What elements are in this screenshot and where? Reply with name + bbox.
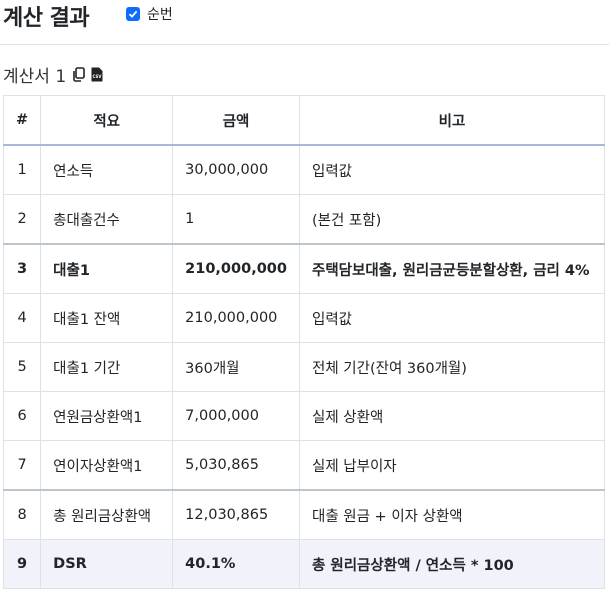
csv-badge: CSV	[93, 74, 103, 79]
row-description: 대출1 잔액	[40, 293, 174, 343]
row-note: 입력값	[298, 293, 606, 343]
row-number: 1	[2, 144, 42, 195]
row-number: 9	[2, 539, 42, 589]
row-note: 총 원리금상환액 / 연소득 * 100	[298, 539, 606, 589]
copy-icon[interactable]	[71, 67, 85, 83]
row-amount: 360개월	[172, 342, 300, 392]
page-title: 계산 결과	[3, 6, 90, 31]
table-row: 9 DSR 40.1% 총 원리금상환액 / 연소득 * 100	[2, 539, 606, 589]
row-description: 총대출건수	[40, 194, 174, 245]
row-description: 대출1	[40, 243, 174, 294]
table-row: 1 연소득 30,000,000 입력값	[2, 144, 606, 195]
row-description: 연소득	[40, 144, 174, 195]
row-amount: 5,030,865	[172, 440, 300, 491]
row-number: 3	[2, 243, 42, 294]
statement-title: 계산서 1	[3, 67, 67, 87]
row-note: 전체 기간(잔여 360개월)	[298, 342, 606, 392]
row-note: 주택담보대출, 원리금균등분할상환, 금리 4%	[298, 243, 606, 294]
table-header-row: # 적요 금액 비고	[2, 95, 606, 146]
row-note: 실제 상환액	[298, 391, 606, 441]
row-number: 7	[2, 440, 42, 491]
row-number: 8	[2, 489, 42, 540]
row-description: 총 원리금상환액	[40, 489, 174, 540]
calculation-table: # 적요 금액 비고 1 연소득 30,000,000 입력값 2 총대출건수 …	[2, 95, 606, 589]
checkbox-label: 순번	[147, 7, 173, 23]
col-header-number: #	[2, 95, 42, 146]
csv-file-icon[interactable]: CSV	[90, 67, 104, 83]
row-number: 6	[2, 391, 42, 441]
col-header-amount: 금액	[172, 95, 300, 146]
row-note: 실제 납부이자	[298, 440, 606, 491]
row-description: 연원금상환액1	[40, 391, 174, 441]
row-amount: 40.1%	[172, 539, 300, 589]
check-icon	[128, 10, 138, 18]
table-row: 5 대출1 기간 360개월 전체 기간(잔여 360개월)	[2, 342, 606, 392]
row-note: 입력값	[298, 144, 606, 195]
results-header: 계산 결과 순번	[0, 0, 609, 45]
row-number: 4	[2, 293, 42, 343]
checkbox[interactable]	[126, 7, 140, 21]
row-amount: 12,030,865	[172, 489, 300, 540]
row-number: 5	[2, 342, 42, 392]
table-row: 2 총대출건수 1 (본건 포함)	[2, 194, 606, 245]
row-description: 대출1 기간	[40, 342, 174, 392]
table-row: 4 대출1 잔액 210,000,000 입력값	[2, 293, 606, 343]
row-amount: 210,000,000	[172, 293, 300, 343]
table-row: 3 대출1 210,000,000 주택담보대출, 원리금균등분할상환, 금리 …	[2, 243, 606, 294]
col-header-description: 적요	[40, 95, 174, 146]
statement-title-row: 계산서 1 CSV	[3, 62, 104, 87]
row-amount: 210,000,000	[172, 243, 300, 294]
table-row: 7 연이자상환액1 5,030,865 실제 납부이자	[2, 440, 606, 491]
row-description: DSR	[40, 539, 174, 589]
sequence-number-toggle[interactable]: 순번	[126, 4, 173, 24]
row-note: 대출 원금 + 이자 상환액	[298, 489, 606, 540]
row-amount: 1	[172, 194, 300, 245]
row-amount: 30,000,000	[172, 144, 300, 195]
row-number: 2	[2, 194, 42, 245]
row-note: (본건 포함)	[298, 194, 606, 245]
table-row: 8 총 원리금상환액 12,030,865 대출 원금 + 이자 상환액	[2, 489, 606, 540]
row-description: 연이자상환액1	[40, 440, 174, 491]
table-row: 6 연원금상환액1 7,000,000 실제 상환액	[2, 391, 606, 441]
row-amount: 7,000,000	[172, 391, 300, 441]
col-header-note: 비고	[298, 95, 606, 146]
